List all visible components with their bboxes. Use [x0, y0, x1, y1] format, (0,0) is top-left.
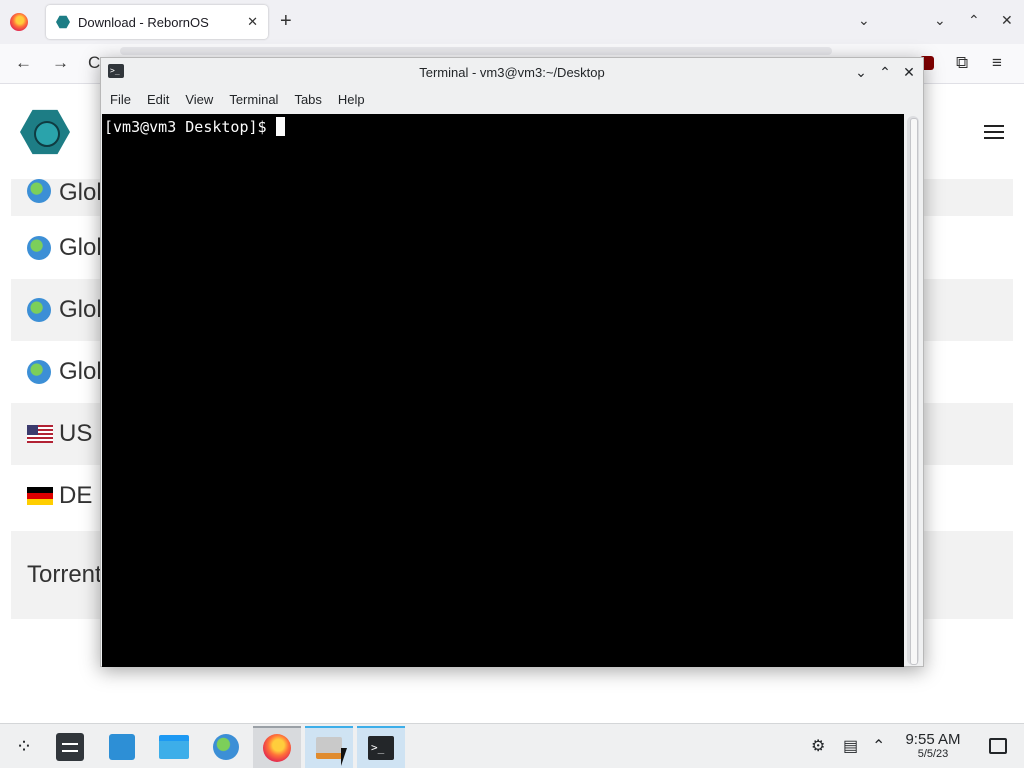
back-button[interactable]: ← — [15, 53, 32, 73]
task-discover[interactable] — [98, 726, 146, 768]
browser-minimize-button[interactable]: ⌄ — [934, 12, 946, 29]
url-bar[interactable] — [120, 47, 832, 55]
torrent-label: Torrent — [27, 561, 102, 588]
globe-icon — [27, 360, 51, 384]
store-icon — [109, 734, 135, 760]
terminal-titlebar[interactable]: >_ Terminal - vm3@vm3:~/Desktop ⌄ ⌃ ✕ — [101, 58, 923, 86]
menu-view[interactable]: View — [185, 92, 213, 107]
terminal-prompt: [vm3@vm3 Desktop]$ — [104, 118, 267, 136]
browser-close-button[interactable]: ✕ — [1001, 12, 1013, 29]
firefox-icon — [263, 734, 291, 762]
network-icon[interactable]: ⚙ — [811, 736, 825, 756]
task-system-settings[interactable] — [46, 726, 94, 768]
browser-maximize-button[interactable]: ⌃ — [968, 12, 980, 29]
terminal-maximize-button[interactable]: ⌃ — [875, 62, 895, 82]
tab-close-icon[interactable]: ✕ — [247, 14, 258, 30]
firefox-icon[interactable] — [10, 13, 28, 31]
rebornos-logo[interactable] — [20, 109, 70, 155]
task-browser[interactable] — [202, 726, 250, 768]
us-flag-icon — [27, 425, 53, 443]
settings-icon — [56, 733, 84, 761]
terminal-menubar: File Edit View Terminal Tabs Help — [101, 86, 923, 113]
mirror-label: DE — [59, 482, 93, 509]
menu-terminal[interactable]: Terminal — [229, 92, 278, 107]
task-terminal[interactable]: >_ — [357, 726, 405, 768]
mirror-label: Glol — [59, 358, 102, 385]
web-browser-icon — [213, 734, 239, 760]
terminal-window[interactable]: >_ Terminal - vm3@vm3:~/Desktop ⌄ ⌃ ✕ Fi… — [100, 57, 924, 667]
folder-icon — [159, 735, 189, 759]
rebornos-favicon-icon — [56, 15, 70, 29]
terminal-minimize-button[interactable]: ⌄ — [851, 62, 871, 82]
clipboard-icon[interactable]: ▤ — [843, 736, 858, 756]
tray-expand-icon[interactable]: ⌃ — [872, 736, 885, 756]
terminal-screen[interactable]: [vm3@vm3 Desktop]$ — [102, 114, 904, 667]
terminal-close-button[interactable]: ✕ — [899, 62, 919, 82]
browser-tab-bar: Download - RebornOS ✕ + ⌄ ⌄ ⌃ ✕ — [0, 0, 1024, 44]
globe-icon — [27, 298, 51, 322]
site-menu-icon[interactable] — [984, 125, 1004, 139]
clock-date: 5/5/23 — [917, 748, 949, 760]
globe-icon — [27, 179, 51, 203]
list-all-tabs-button[interactable]: ⌄ — [858, 12, 870, 29]
new-tab-button[interactable]: + — [280, 10, 292, 33]
menu-file[interactable]: File — [110, 92, 131, 107]
extensions-icon[interactable]: ⧉ — [956, 53, 968, 73]
mouse-pointer-icon — [341, 748, 347, 766]
launcher-icon: ⁘ — [15, 736, 33, 758]
de-flag-icon — [27, 487, 53, 505]
globe-icon — [27, 236, 51, 260]
task-firefox[interactable] — [253, 726, 301, 768]
forward-button[interactable]: → — [52, 53, 69, 73]
menu-tabs[interactable]: Tabs — [294, 92, 321, 107]
clock-time: 9:55 AM — [905, 731, 961, 748]
terminal-app-icon[interactable]: >_ — [108, 64, 124, 78]
tab-title: Download - RebornOS — [78, 14, 209, 30]
application-launcher-button[interactable]: ⁘ — [0, 726, 48, 768]
terminal-icon: >_ — [368, 736, 394, 760]
digital-clock[interactable]: 9:55 AM 5/5/23 — [896, 731, 970, 761]
tab-download-rebornos[interactable]: Download - RebornOS ✕ — [46, 5, 268, 39]
tool-icon — [316, 737, 342, 759]
task-file-manager[interactable] — [150, 726, 198, 768]
text-cursor — [275, 117, 285, 136]
mirror-label: US — [59, 420, 93, 447]
terminal-scrollbar[interactable] — [907, 116, 919, 665]
terminal-title: Terminal - vm3@vm3:~/Desktop — [419, 64, 605, 80]
menu-help[interactable]: Help — [338, 92, 365, 107]
taskbar: ⁘ >_ ⚙ ▤ ⌃ 9:55 AM 5/5/23 — [0, 723, 1024, 768]
mirror-label: Glol — [59, 296, 102, 323]
reload-button[interactable]: C — [88, 53, 100, 73]
browser-menu-icon[interactable]: ≡ — [992, 53, 1002, 73]
mirror-label: Glol — [59, 234, 102, 261]
menu-edit[interactable]: Edit — [147, 92, 169, 107]
show-desktop-button[interactable] — [989, 738, 1007, 754]
mirror-label: Glol — [59, 179, 102, 206]
